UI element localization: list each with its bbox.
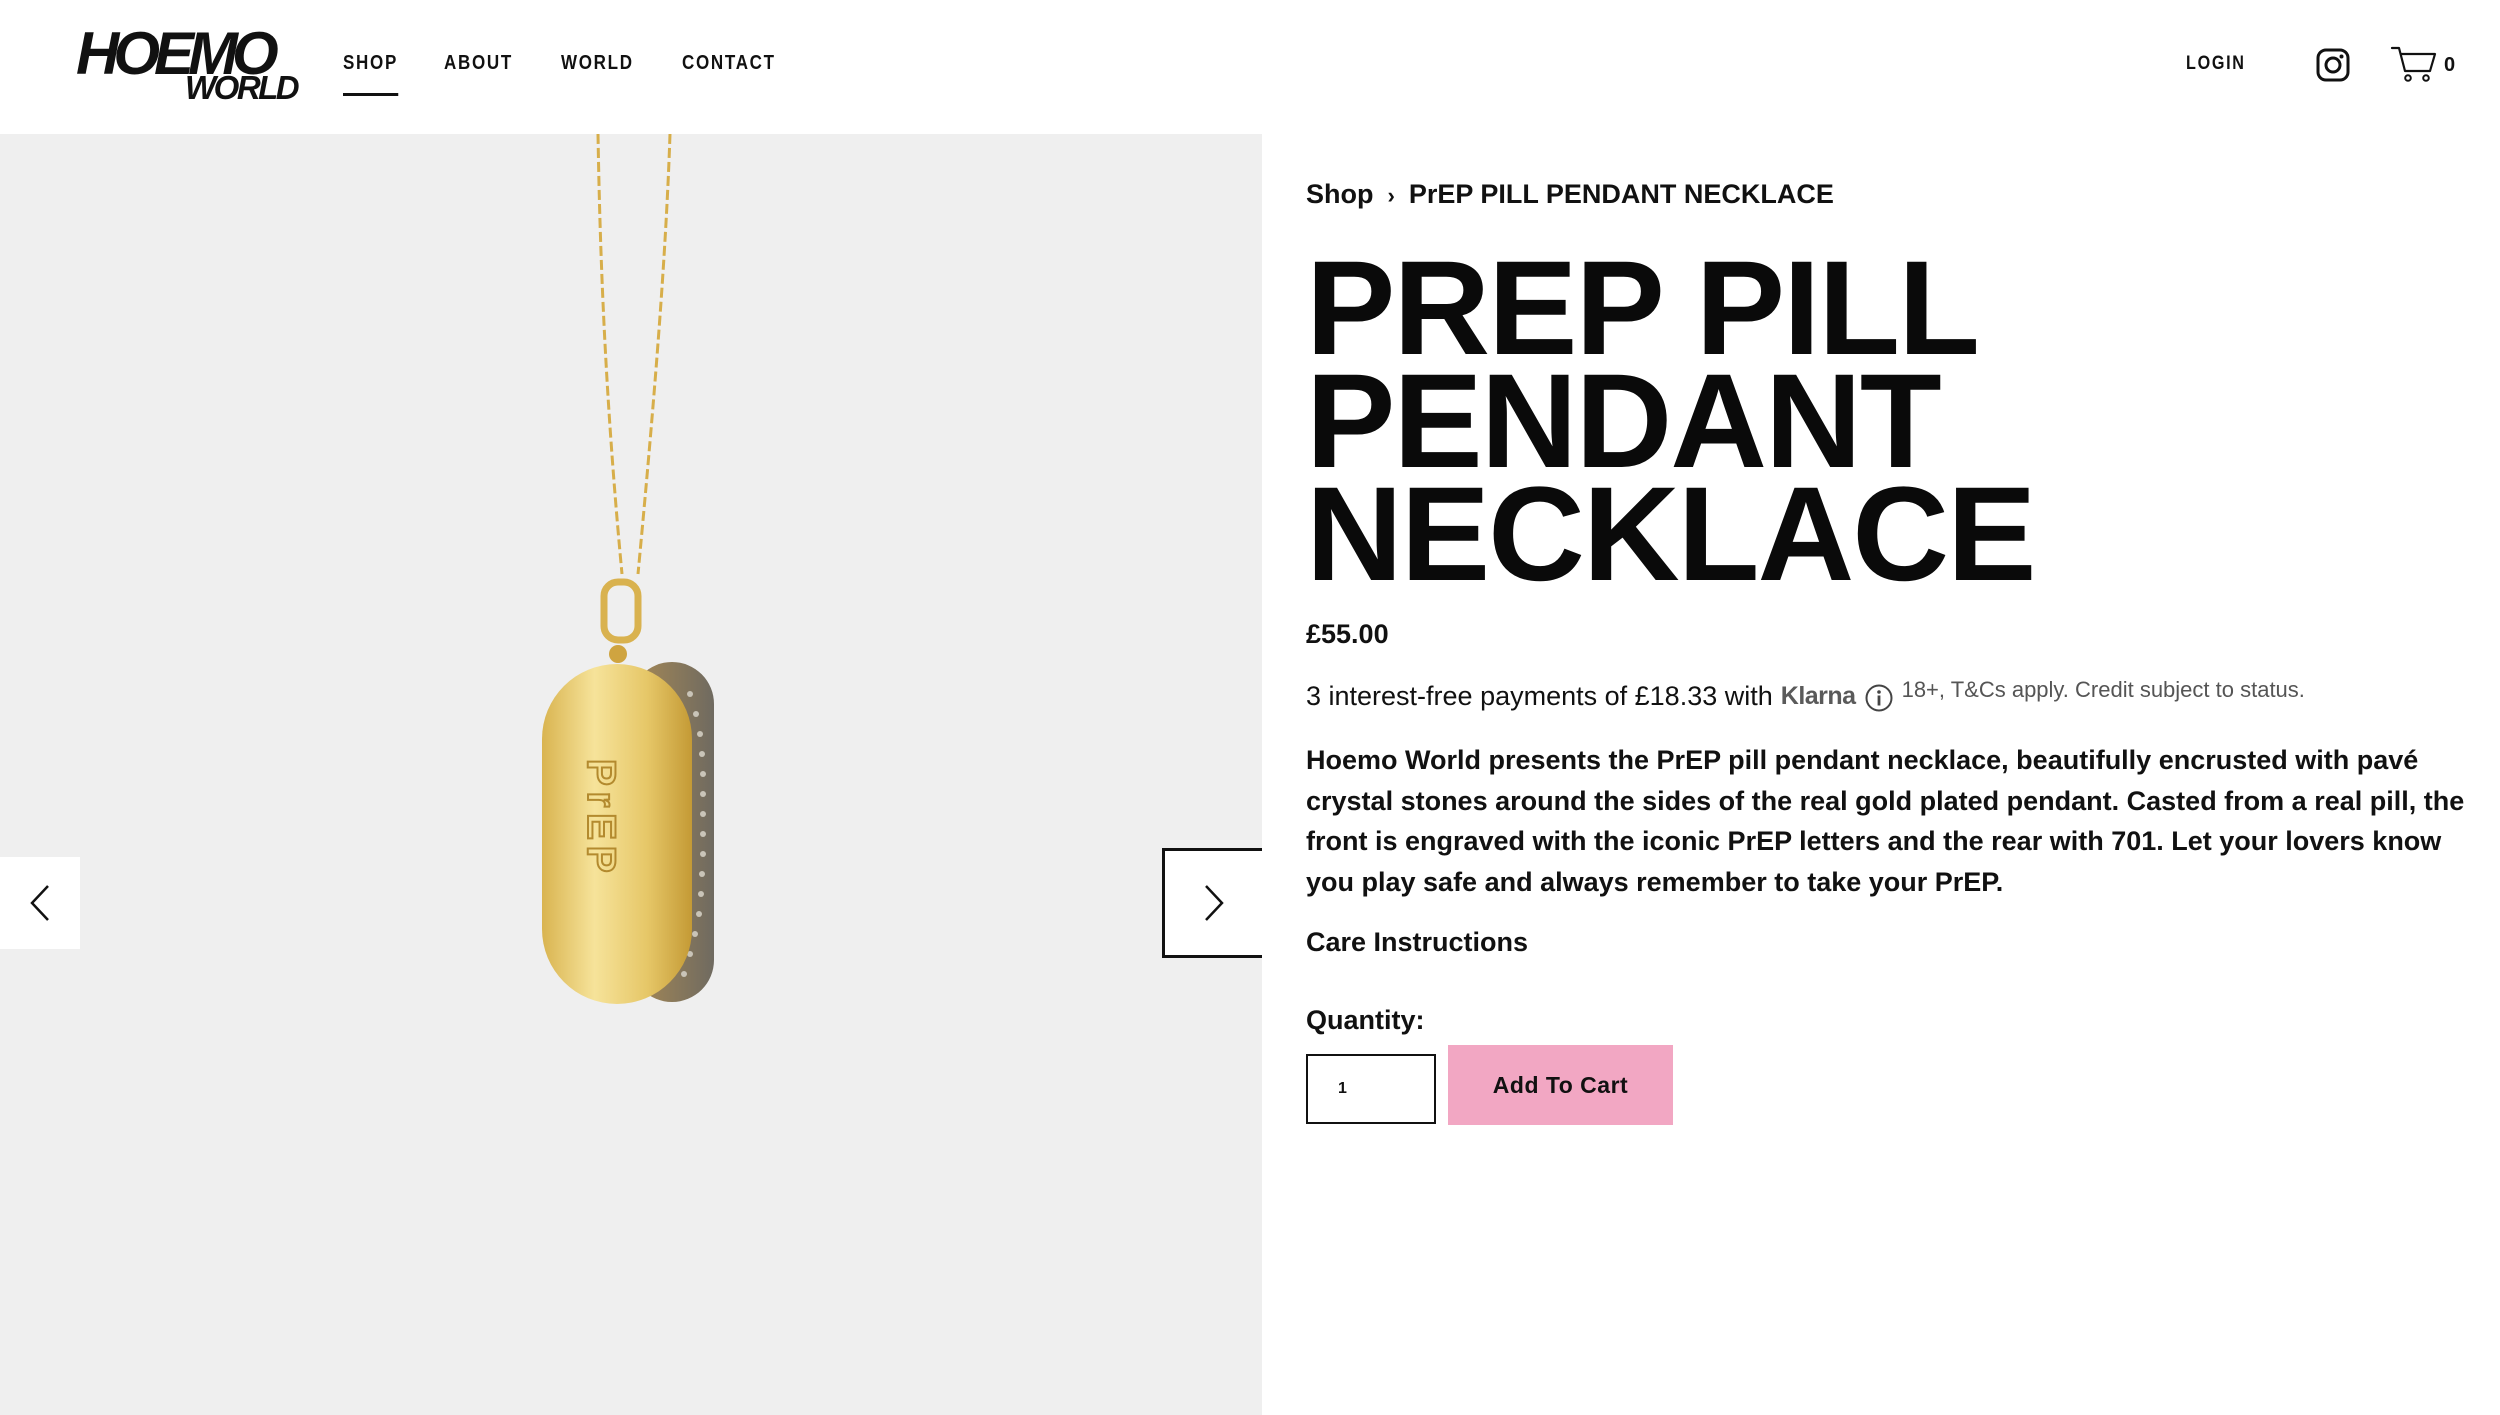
- pendant-engraving: PrEP: [579, 759, 623, 879]
- breadcrumb-shop-link[interactable]: Shop: [1306, 179, 1374, 209]
- gallery-next-button[interactable]: [1162, 848, 1262, 958]
- breadcrumb: Shop › PrEP PILL PENDANT NECKLACE: [1306, 174, 1834, 216]
- site-header: HOEMO WORLD SHOP ABOUT WORLD CONTACT LOG…: [0, 0, 2500, 134]
- instagram-icon[interactable]: [2316, 48, 2350, 82]
- product-description: Hoemo World presents the PrEP pill penda…: [1306, 745, 2465, 897]
- klarna-logo: Klarna: [1780, 682, 1856, 710]
- product-title: PREP PILL PENDANT NECKLACE: [1306, 234, 2036, 609]
- chevron-left-icon: [30, 885, 49, 921]
- quantity-input[interactable]: [1306, 1054, 1436, 1124]
- info-icon[interactable]: [1864, 683, 1894, 713]
- gallery-prev-button[interactable]: [0, 857, 80, 949]
- login-link[interactable]: LOGIN: [2186, 49, 2246, 79]
- logo-line2: WORLD: [185, 69, 300, 106]
- product-image: PrEP: [542, 134, 714, 1004]
- cart-icon[interactable]: [2390, 44, 2438, 84]
- care-instructions-link[interactable]: Care Instructions: [1306, 922, 1528, 962]
- quantity-label: Quantity:: [1306, 1005, 1425, 1035]
- klarna-terms: 18+, T&Cs apply. Credit subject to statu…: [1901, 677, 2305, 702]
- cart-count: 0: [2444, 54, 2456, 76]
- add-to-cart-button[interactable]: Add To Cart: [1448, 1045, 1673, 1125]
- site-logo[interactable]: HOEMO WORLD: [76, 24, 300, 106]
- nav-item-world[interactable]: WORLD: [561, 48, 634, 88]
- main-nav: SHOP ABOUT WORLD CONTACT: [343, 48, 829, 96]
- product-gallery: PrEP: [0, 134, 1262, 1415]
- klarna-installments: 3 interest-free payments of £18.33 with …: [1306, 674, 2305, 718]
- product-price: £55.00: [1306, 619, 1389, 649]
- nav-item-shop[interactable]: SHOP: [343, 48, 398, 96]
- klarna-text: 3 interest-free payments of £18.33 with: [1306, 681, 1773, 711]
- nav-item-contact[interactable]: CONTACT: [682, 48, 776, 88]
- breadcrumb-separator: ›: [1387, 183, 1395, 208]
- nav-item-about[interactable]: ABOUT: [444, 48, 513, 88]
- breadcrumb-current: PrEP PILL PENDANT NECKLACE: [1408, 179, 1834, 209]
- chevron-right-icon: [1204, 885, 1224, 921]
